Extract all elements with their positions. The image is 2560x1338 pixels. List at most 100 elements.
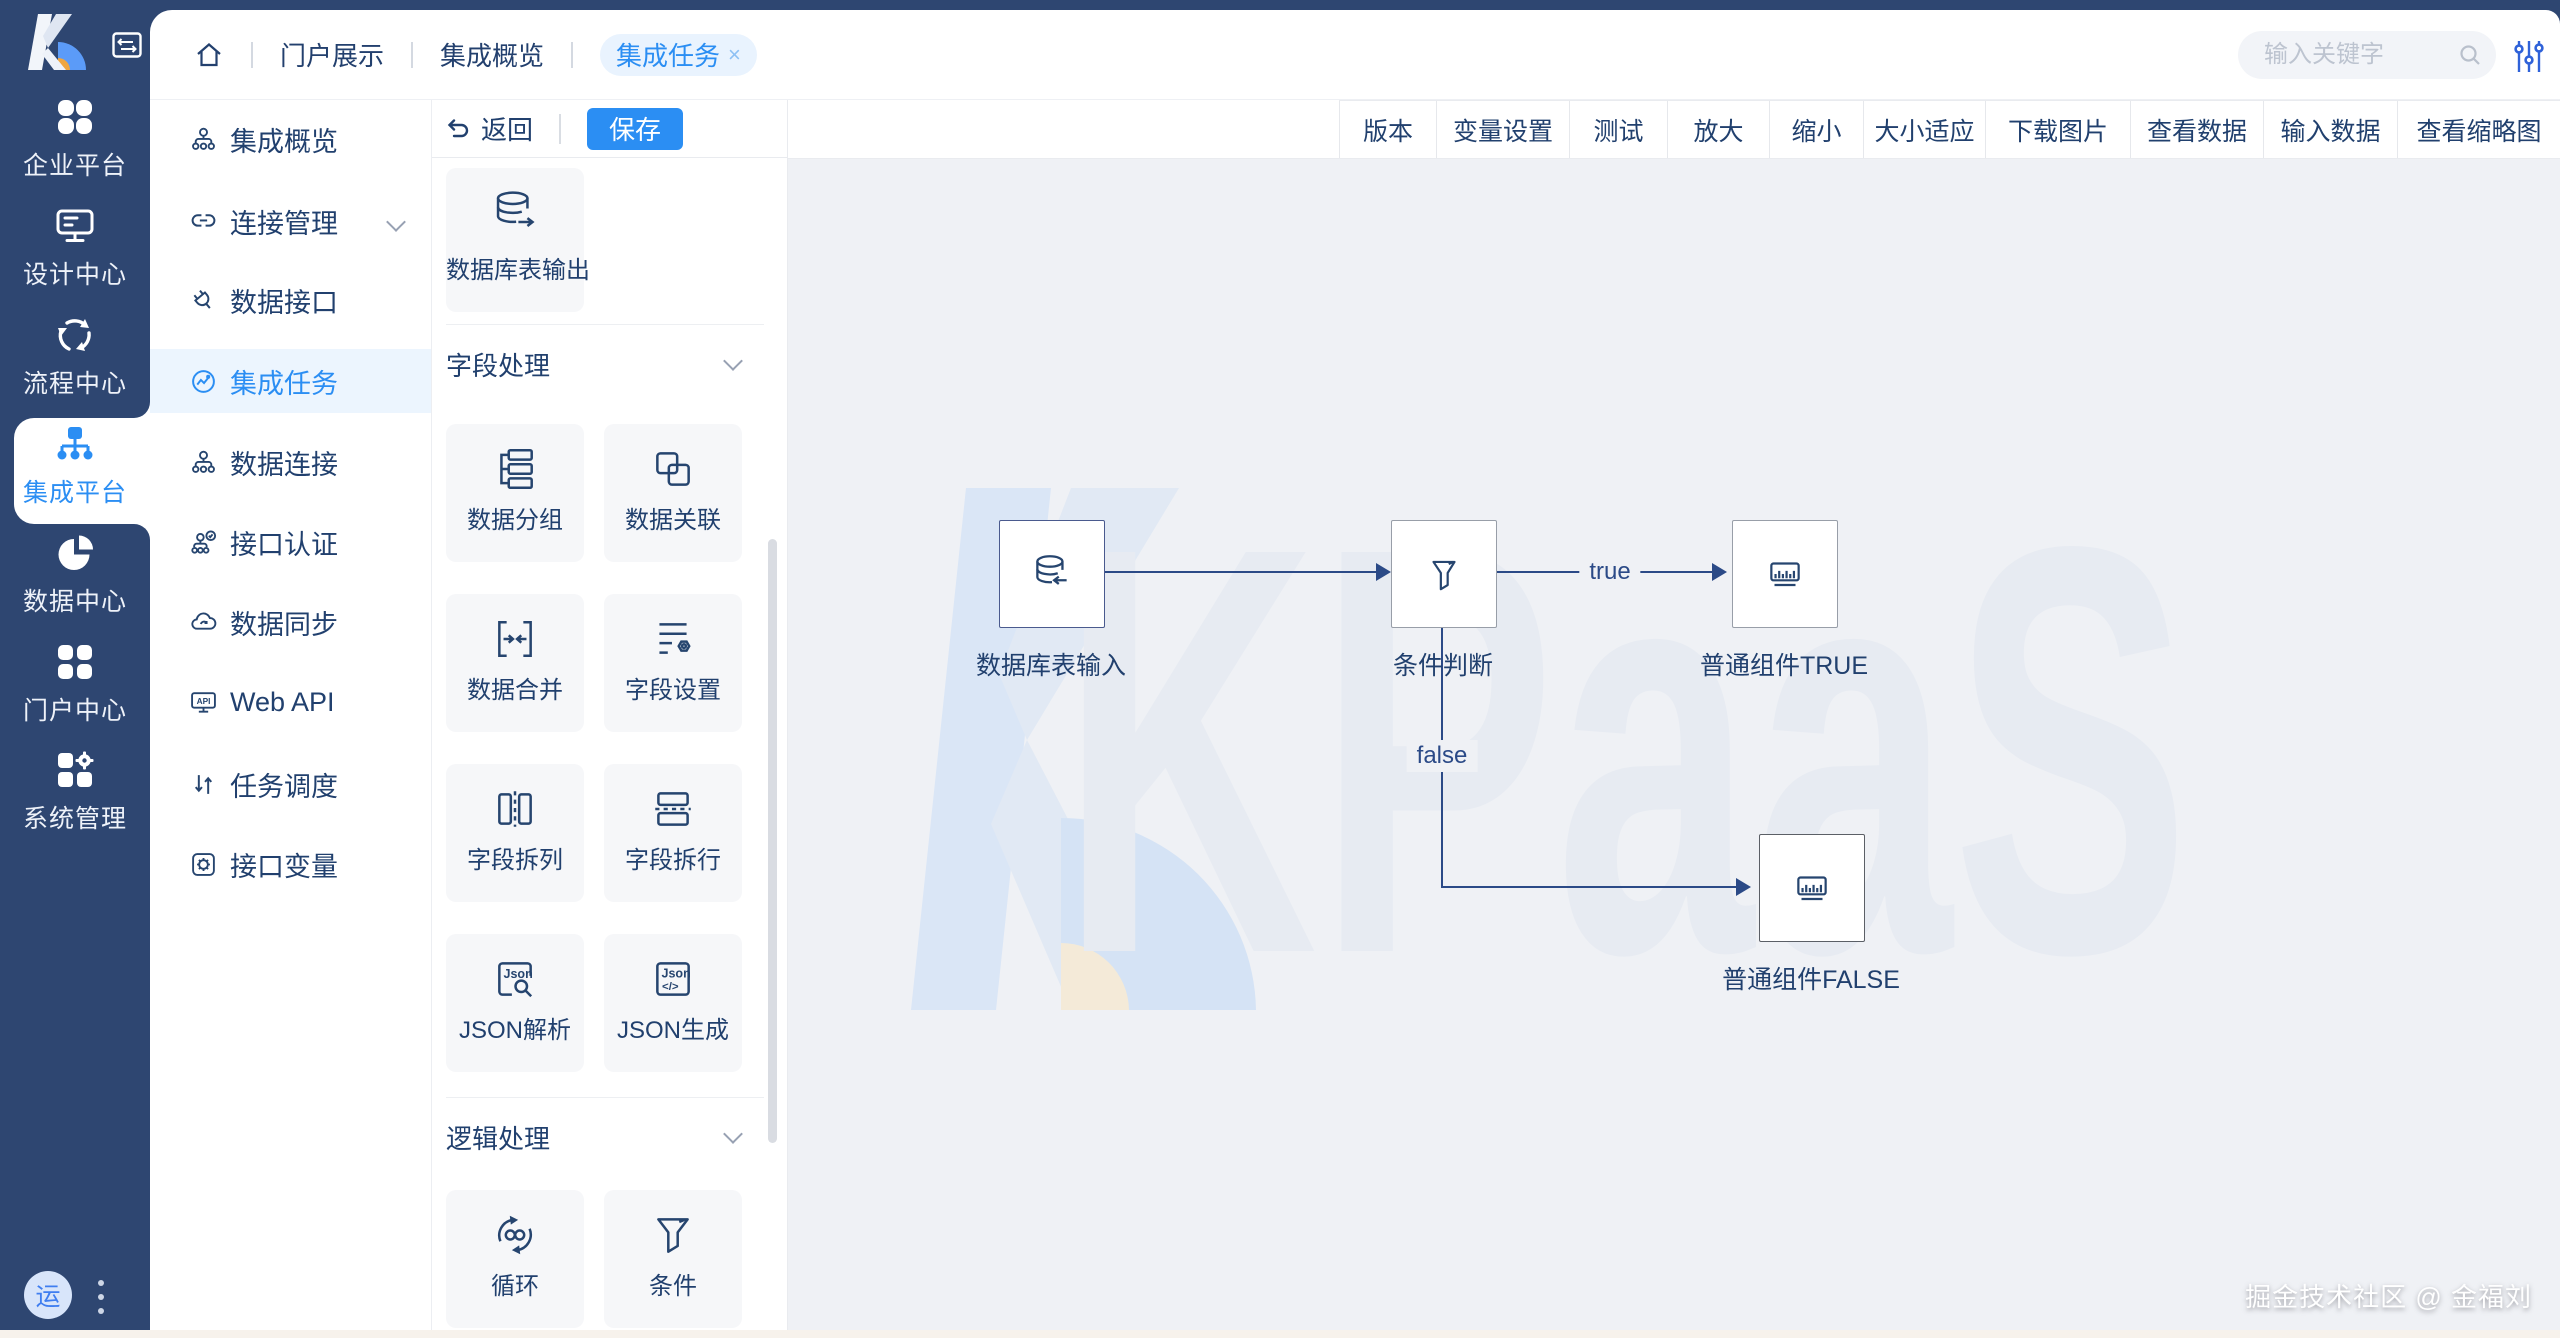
svg-text:API: API	[197, 696, 211, 706]
breadcrumb: 门户展示 集成概览 集成任务 ×	[194, 34, 757, 76]
pie-chart-icon	[0, 524, 150, 582]
rail-item-process[interactable]: 流程中心	[0, 306, 150, 400]
brand-logo-icon[interactable]	[28, 12, 108, 72]
sidebar-item-integration-task[interactable]: 集成任务	[150, 349, 431, 413]
download-image-button[interactable]: 下载图片	[1985, 101, 2130, 158]
rail-item-enterprise[interactable]: 企业平台	[0, 88, 150, 182]
tab-close-icon[interactable]: ×	[728, 42, 741, 68]
svg-text:Json: Json	[504, 967, 533, 981]
view-thumbnail-button[interactable]: 查看缩略图	[2397, 101, 2560, 158]
edge-label-true: true	[1579, 556, 1640, 588]
palette-column: 返回 保存	[432, 100, 788, 1330]
rail-item-integration[interactable]: 集成平台	[0, 415, 150, 509]
module-sidebar: 集成概览 连接管理 数据接口	[150, 100, 432, 1330]
chevron-down-icon[interactable]	[386, 212, 406, 232]
search-box	[2238, 31, 2496, 79]
palette-section-logic[interactable]: 逻辑处理	[446, 1113, 764, 1161]
flow-canvas[interactable]: KPaaS true false	[788, 159, 2560, 1330]
arrowhead-icon	[1736, 878, 1751, 896]
svg-text:KPaaS: KPaaS	[1060, 426, 2190, 1074]
view-data-button[interactable]: 查看数据	[2130, 101, 2263, 158]
app-panel: 门户展示 集成概览 集成任务 ×	[150, 10, 2560, 1330]
sidebar-item-api-variables[interactable]: 接口变量	[150, 832, 431, 896]
data-relate-icon	[604, 436, 742, 502]
palette-item-condition[interactable]: 条件	[604, 1190, 742, 1328]
breadcrumb-portal[interactable]: 门户展示	[280, 36, 384, 73]
integration-sitemap-icon	[0, 415, 150, 473]
version-button[interactable]: 版本	[1339, 101, 1436, 158]
canvas-toolbar-buttons: 版本 变量设置 测试 放大 缩小 大小适应 下载图片 查看数据 输入数据 查看缩…	[1339, 100, 2560, 158]
zoom-out-button[interactable]: 缩小	[1769, 101, 1863, 158]
more-options-icon[interactable]	[98, 1280, 106, 1322]
edge-condition-to-false-horizontal	[1441, 886, 1738, 888]
portal-grid-icon	[0, 633, 150, 691]
home-icon[interactable]	[194, 40, 224, 70]
sidebar-item-data-api[interactable]: 数据接口	[150, 268, 431, 332]
rail-item-design[interactable]: 设计中心	[0, 197, 150, 291]
node-component-true[interactable]	[1732, 520, 1838, 628]
breadcrumb-separator	[411, 42, 413, 68]
field-split-column-icon	[446, 776, 584, 842]
field-split-row-icon	[604, 776, 742, 842]
zoom-in-button[interactable]: 放大	[1667, 101, 1769, 158]
page: 企业平台 设计中心 流程中心	[0, 0, 2560, 1338]
input-data-button[interactable]: 输入数据	[2263, 101, 2397, 158]
rail-item-portal[interactable]: 门户中心	[0, 633, 150, 727]
chevron-down-icon	[723, 1124, 743, 1144]
palette-item-field-split-row[interactable]: 字段拆行	[604, 764, 742, 902]
palette-item-json-parse[interactable]: Json JSON解析	[446, 934, 584, 1072]
database-output-icon	[446, 180, 584, 246]
component-palette: 数据库表输出 字段处理	[432, 158, 787, 1330]
content-row: 集成概览 连接管理 数据接口	[150, 100, 2560, 1330]
palette-item-field-settings[interactable]: 字段设置	[604, 594, 742, 732]
palette-section-field[interactable]: 字段处理	[446, 340, 764, 388]
canvas-toolbar: 版本 变量设置 测试 放大 缩小 大小适应 下载图片 查看数据 输入数据 查看缩…	[788, 100, 2560, 159]
sidebar-item-connections[interactable]: 连接管理	[150, 189, 431, 253]
canvas-mini-toolbar: 返回 保存	[432, 100, 787, 158]
node-db-input[interactable]	[999, 520, 1105, 628]
collapse-sidebar-icon[interactable]	[112, 32, 142, 58]
breadcrumb-separator	[251, 42, 253, 68]
json-generate-icon: Json </>	[604, 946, 742, 1012]
sidebar-item-web-api[interactable]: API Web API	[150, 670, 431, 734]
user-avatar[interactable]: 运	[24, 1271, 72, 1319]
palette-item-json-generate[interactable]: Json </> JSON生成	[604, 934, 742, 1072]
filter-settings-icon[interactable]	[2512, 38, 2546, 72]
sidebar-item-data-sync[interactable]: 数据同步	[150, 590, 431, 654]
sidebar-item-task-schedule[interactable]: 任务调度	[150, 752, 431, 816]
system-gear-icon	[0, 741, 150, 799]
back-button[interactable]: 返回	[444, 110, 533, 147]
node-condition[interactable]	[1391, 520, 1497, 628]
svg-text:Json: Json	[662, 966, 691, 980]
test-button[interactable]: 测试	[1569, 101, 1667, 158]
palette-item-data-relate[interactable]: 数据关联	[604, 424, 742, 562]
rail-item-system[interactable]: 系统管理	[0, 741, 150, 835]
palette-divider	[446, 1097, 764, 1098]
field-settings-icon	[604, 606, 742, 672]
json-parse-icon: Json	[446, 946, 584, 1012]
variables-button[interactable]: 变量设置	[1436, 101, 1569, 158]
rail-item-data-center[interactable]: 数据中心	[0, 524, 150, 618]
breadcrumb-overview[interactable]: 集成概览	[440, 36, 544, 73]
edge-label-false: false	[1407, 740, 1478, 772]
palette-item-db-output[interactable]: 数据库表输出	[446, 168, 584, 312]
node-component-false[interactable]	[1759, 834, 1865, 942]
sidebar-item-api-auth[interactable]: 接口认证	[150, 510, 431, 574]
palette-item-data-merge[interactable]: 数据合并	[446, 594, 584, 732]
kpaas-watermark: KPaaS	[788, 159, 2560, 1330]
loop-icon	[446, 1202, 584, 1268]
palette-item-data-group[interactable]: 数据分组	[446, 424, 584, 562]
save-button[interactable]: 保存	[587, 108, 683, 150]
palette-item-loop[interactable]: 循环	[446, 1190, 584, 1328]
fit-size-button[interactable]: 大小适应	[1863, 101, 1985, 158]
app-header: 门户展示 集成概览 集成任务 ×	[150, 10, 2560, 100]
palette-scrollbar[interactable]	[768, 539, 777, 1143]
arrowhead-icon	[1712, 563, 1727, 581]
sidebar-item-overview[interactable]: 集成概览	[150, 107, 431, 171]
tab-integration-task[interactable]: 集成任务 ×	[600, 34, 757, 76]
chevron-down-icon	[723, 351, 743, 371]
palette-item-field-split-col[interactable]: 字段拆列	[446, 764, 584, 902]
sidebar-item-data-connection[interactable]: 数据连接	[150, 430, 431, 494]
data-group-icon	[446, 436, 584, 502]
search-icon[interactable]	[2458, 43, 2482, 67]
